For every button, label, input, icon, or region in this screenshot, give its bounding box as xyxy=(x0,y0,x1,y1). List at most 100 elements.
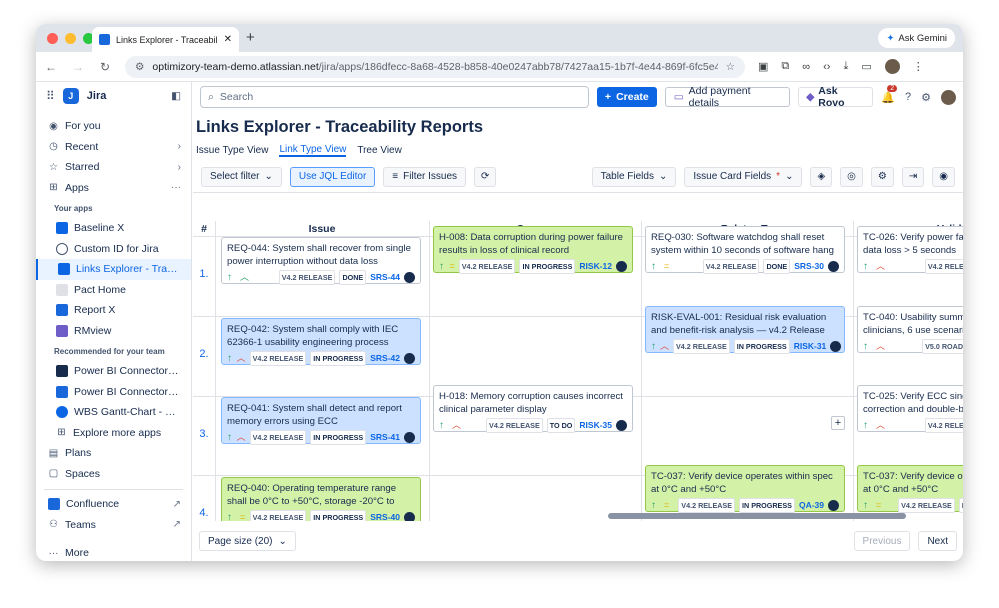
assignee-avatar xyxy=(828,261,839,272)
sidebar-item-starred[interactable]: ☆ Starred › xyxy=(36,157,191,178)
issue-key-link[interactable]: SRS-44 xyxy=(370,271,400,284)
jql-editor-button[interactable]: Use JQL Editor xyxy=(289,166,376,187)
issue-card[interactable]: REQ-040: Operating temperature range sha… xyxy=(221,477,421,521)
export-button[interactable]: ⇥ xyxy=(901,166,925,187)
sidebar-item-spaces[interactable]: ▢ Spaces xyxy=(36,464,191,485)
validated-card[interactable]: TC-037: Verify device op at 0°C and +50°… xyxy=(857,465,963,513)
url-field[interactable]: ⚙ optimizory-team-demo.atlassian.net/jir… xyxy=(125,55,745,78)
issue-key-link[interactable]: RISK-31 xyxy=(794,340,827,353)
issue-key-link[interactable]: QA-39 xyxy=(799,499,824,512)
next-page-button[interactable]: Next xyxy=(918,531,957,551)
assignee-avatar xyxy=(404,432,415,443)
export-icon: ⇥ xyxy=(908,171,918,182)
issue-key-link[interactable]: SRS-30 xyxy=(794,260,824,273)
paint-bucket-button[interactable]: ◈ xyxy=(810,166,833,187)
user-avatar[interactable] xyxy=(941,89,956,105)
notifications-bell-icon[interactable]: 🔔 2 xyxy=(881,84,898,104)
validated-card[interactable]: TC-025: Verify ECC sing correction and d… xyxy=(857,385,963,433)
add-link-button[interactable]: + xyxy=(831,416,845,430)
issue-key-link[interactable]: RISK-35 xyxy=(579,419,612,432)
validated-card[interactable]: TC-026: Verify power fail data loss > 5 … xyxy=(857,226,963,274)
sidebar-app-power-bi-1[interactable]: Power BI Connector - ... xyxy=(36,361,191,382)
issue-key-link[interactable]: SRS-41 xyxy=(370,431,400,444)
more-horizontal-icon[interactable]: ··· xyxy=(171,182,181,193)
collapse-sidebar-icon[interactable]: ◧ xyxy=(171,90,181,102)
sidebar-item-confluence[interactable]: Confluence ↗ xyxy=(36,494,191,515)
close-window-button[interactable] xyxy=(47,32,58,44)
issue-card[interactable]: REQ-044: System shall recover from singl… xyxy=(221,237,421,285)
new-tab-icon[interactable]: + xyxy=(246,29,255,46)
add-payment-button[interactable]: ▭ Add payment details xyxy=(664,85,791,109)
sidebar-app-power-bi-2[interactable]: Power BI Connector for... xyxy=(36,382,191,403)
issue-key-link[interactable]: RISK-12 xyxy=(579,260,612,273)
download-icon[interactable]: ⤓ xyxy=(843,60,848,73)
browser-tab[interactable]: Links Explorer - Traceability R ✕ xyxy=(92,27,239,52)
sidebar-item-plans[interactable]: ▤ Plans xyxy=(36,443,191,464)
validated-card[interactable]: TC-040: Usability summ clinicians, 6 use… xyxy=(857,306,963,354)
refresh-button[interactable]: ⟳ xyxy=(474,166,497,187)
sidebar-app-custom-id[interactable]: Custom ID for Jira xyxy=(36,239,191,260)
issue-summary: REQ-042: System shall comply with IEC 62… xyxy=(227,324,399,348)
help-icon[interactable]: ? xyxy=(905,91,911,103)
tab-issue-type-view[interactable]: Issue Type View xyxy=(196,145,268,156)
puzzle-extensions-icon[interactable]: ⧉ xyxy=(781,60,789,73)
sidebar-app-pact-home[interactable]: Pact Home xyxy=(36,280,191,301)
app-switcher-icon[interactable]: ⠿ xyxy=(46,89,55,103)
ask-rovo-button[interactable]: ◆ Ask Rovo xyxy=(798,85,874,109)
sidebar-item-recent[interactable]: ◷ Recent › xyxy=(36,137,191,158)
main-content: ⌕ Search + Create ▭ Add payment details ◆ A… xyxy=(193,82,963,561)
tab-link-type-view[interactable]: Link Type View xyxy=(279,144,347,157)
causes-card[interactable]: H-008: Data corruption during power fail… xyxy=(433,226,633,274)
sidebar-item-more[interactable]: ··· More xyxy=(36,543,191,561)
causes-card[interactable]: H-018: Memory corruption causes incorrec… xyxy=(433,385,633,433)
tab-tree-view[interactable]: Tree View xyxy=(357,145,401,156)
sidebar-item-teams[interactable]: ⚇ Teams ↗ xyxy=(36,515,191,536)
browser-menu-icon[interactable]: ⋮ xyxy=(913,60,924,73)
sidebar-app-wbs-gantt[interactable]: WBS Gantt-Chart - Ent... xyxy=(36,402,191,423)
sidebar-app-links-explorer[interactable]: Links Explorer - Traceabi... xyxy=(36,259,191,280)
issue-card-fields-dropdown[interactable]: Issue Card Fields * ⌄ xyxy=(684,166,803,187)
back-icon[interactable]: ← xyxy=(44,60,58,74)
create-button[interactable]: + Create xyxy=(596,87,657,107)
sidebar-app-rmview[interactable]: RMview xyxy=(36,321,191,342)
settings-button[interactable]: ⚙ xyxy=(870,166,894,187)
ask-gemini-button[interactable]: ✦ Ask Gemini xyxy=(878,28,955,48)
page-size-dropdown[interactable]: Page size (20) ⌄ xyxy=(199,531,296,551)
jql-editor-label: Use JQL Editor xyxy=(298,171,367,182)
reload-icon[interactable]: ↻ xyxy=(98,60,112,74)
forward-icon[interactable]: → xyxy=(71,60,85,74)
required-asterisk: * xyxy=(776,171,781,182)
settings-gear-icon[interactable]: ⚙ xyxy=(921,91,931,104)
issue-key-link[interactable]: SRS-40 xyxy=(370,511,400,521)
issue-card[interactable]: REQ-042: System shall comply with IEC 62… xyxy=(221,318,421,366)
site-info-icon[interactable]: ⚙ xyxy=(135,61,144,73)
link-icon[interactable]: ∞ xyxy=(802,61,810,73)
code-icon[interactable]: ‹› xyxy=(823,61,830,73)
extension-icon[interactable]: ▣ xyxy=(758,60,768,73)
relates-card[interactable]: REQ-030: Software watchdog shall reset s… xyxy=(645,226,845,274)
fix-version-badge: V4.2 RELEASE xyxy=(458,259,516,274)
jira-logo-icon: J xyxy=(62,88,79,104)
close-tab-icon[interactable]: ✕ xyxy=(224,34,232,45)
previous-page-button[interactable]: Previous xyxy=(853,531,911,551)
issue-key-link[interactable]: SRS-42 xyxy=(370,352,400,365)
table-fields-dropdown[interactable]: Table Fields ⌄ xyxy=(591,166,677,187)
sidebar-app-baseline-x[interactable]: Baseline X xyxy=(36,218,191,239)
issue-card[interactable]: REQ-041: System shall detect and report … xyxy=(221,397,421,445)
filter-issues-button[interactable]: ≡ Filter Issues xyxy=(383,166,467,187)
relates-card[interactable]: TC-037: Verify device operates within sp… xyxy=(645,465,845,513)
select-filter-dropdown[interactable]: Select filter ⌄ xyxy=(201,166,282,187)
sidebar-item-apps[interactable]: ⊞ Apps ··· xyxy=(36,178,191,199)
sidebar-app-report-x[interactable]: Report X xyxy=(36,300,191,321)
horizontal-scrollbar[interactable] xyxy=(608,513,906,519)
profile-avatar[interactable] xyxy=(884,59,900,74)
search-input[interactable]: ⌕ Search xyxy=(200,86,589,108)
sidebar-explore-apps[interactable]: ⊞ Explore more apps xyxy=(36,423,191,444)
bookmark-star-icon[interactable]: ☆ xyxy=(726,61,735,73)
options-button[interactable]: ◉ xyxy=(932,166,955,187)
tablet-icon[interactable]: ▭ xyxy=(861,60,871,73)
visibility-button[interactable]: ◎ xyxy=(840,166,863,187)
relates-card[interactable]: RISK-EVAL-001: Residual risk evaluation … xyxy=(645,306,845,354)
minimize-window-button[interactable] xyxy=(65,32,76,44)
sidebar-item-for-you[interactable]: ◉ For you xyxy=(36,116,191,137)
